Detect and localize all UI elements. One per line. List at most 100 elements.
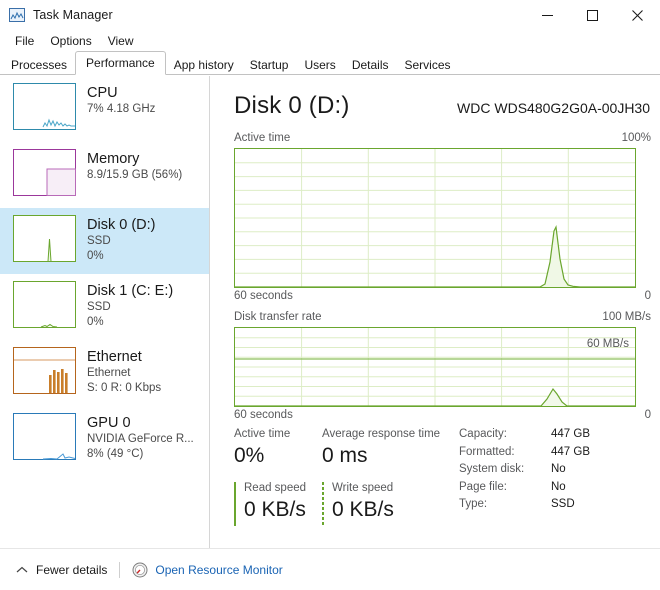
device-model: WDC WDS480G2G0A-00JH30 [457, 100, 650, 116]
close-button[interactable] [615, 0, 660, 30]
sidebar-item-label: Disk 0 (D:) [87, 217, 156, 233]
info-key: Page file: [459, 480, 507, 493]
sidebar-item-sub1: NVIDIA GeForce R... [87, 433, 194, 445]
sidebar-item-label: CPU [87, 85, 118, 101]
sidebar-item-label: Memory [87, 151, 140, 167]
info-row-system-disk: System disk: No [459, 461, 590, 479]
menu-bar: File Options View [0, 30, 660, 52]
info-value: SSD [551, 498, 575, 510]
transfer-rate-axis-right: 0 [644, 409, 651, 421]
gpu-thumbnail-graph [13, 413, 76, 460]
info-row-type: Type: SSD [459, 496, 590, 514]
transfer-rate-axis: 60 seconds 0 [234, 409, 651, 421]
tab-app-history[interactable]: App history [166, 55, 242, 75]
menu-item-file[interactable]: File [8, 32, 41, 50]
sidebar-item-cpu[interactable]: CPU 7% 4.18 GHz [0, 76, 209, 142]
sidebar-item-ethernet[interactable]: Ethernet Ethernet S: 0 R: 0 Kbps [0, 340, 209, 406]
chevron-up-icon [16, 563, 28, 577]
readouts-area: Active time 0% Average response time 0 m… [234, 426, 654, 536]
readout-active-time-caption: Active time [234, 428, 291, 440]
sidebar-item-sub2: S: 0 R: 0 Kbps [87, 382, 162, 394]
transfer-rate-caption: Disk transfer rate [234, 311, 322, 323]
title-bar: Task Manager [0, 0, 660, 30]
sidebar-item-sub1: 7% 4.18 GHz [87, 103, 156, 115]
performance-detail-panel: Disk 0 (D:) WDC WDS480G2G0A-00JH30 Activ… [211, 76, 660, 548]
info-key: Capacity: [459, 428, 507, 440]
sidebar-item-sub1: SSD [87, 235, 111, 247]
readout-write-speed-value: 0 KB/s [332, 498, 394, 521]
memory-thumbnail-graph [13, 149, 76, 196]
menu-item-view[interactable]: View [101, 32, 141, 50]
sidebar-item-gpu0-text: GPU 0 NVIDIA GeForce R... 8% (49 °C) [87, 413, 194, 462]
sidebar-item-disk1[interactable]: Disk 1 (C: E:) SSD 0% [0, 274, 209, 340]
tab-services[interactable]: Services [397, 55, 459, 75]
readout-avg-response-time: Average response time 0 ms [322, 426, 440, 470]
open-resource-monitor-link[interactable]: Open Resource Monitor [132, 562, 283, 578]
info-key: Type: [459, 498, 488, 510]
transfer-rate-axis-left: 60 seconds [234, 409, 293, 421]
info-key: System disk: [459, 463, 525, 475]
active-time-axis-left: 60 seconds [234, 290, 293, 302]
sidebar-item-gpu0[interactable]: GPU 0 NVIDIA GeForce R... 8% (49 °C) [0, 406, 209, 472]
active-time-graph-labels: Active time 100% [234, 132, 651, 144]
readout-active-time: Active time 0% [234, 426, 290, 470]
readout-active-time-value: 0% [234, 444, 265, 467]
sidebar-item-disk0-text: Disk 0 (D:) SSD 0% [87, 215, 155, 264]
fewer-details-label: Fewer details [36, 562, 108, 577]
readout-avg-response-time-value: 0 ms [322, 444, 368, 467]
task-manager-window: Task Manager File Options View Processes… [0, 0, 660, 590]
disk-info-table: Capacity: 447 GB Formatted: 447 GB Syste… [459, 426, 590, 514]
disk1-thumbnail-graph [13, 281, 76, 328]
read-speed-accent-bar [234, 482, 236, 526]
readout-write-speed: Write speed 0 KB/s [322, 480, 394, 526]
active-time-caption: Active time [234, 132, 291, 144]
sidebar-item-memory[interactable]: Memory 8.9/15.9 GB (56%) [0, 142, 209, 208]
fewer-details-button[interactable]: Fewer details [16, 563, 107, 577]
page-title: Disk 0 (D:) [234, 92, 350, 119]
readout-read-speed-value: 0 KB/s [244, 498, 306, 521]
info-key: Formatted: [459, 445, 515, 458]
sidebar-item-disk0[interactable]: Disk 0 (D:) SSD 0% [0, 208, 209, 274]
task-manager-icon [9, 8, 25, 22]
info-row-formatted: Formatted: 447 GB [459, 444, 590, 462]
active-time-max: 100% [621, 132, 651, 144]
info-value: No [551, 480, 566, 493]
disk0-thumbnail-graph [13, 215, 76, 262]
tab-details[interactable]: Details [344, 55, 397, 75]
info-value: 447 GB [551, 445, 590, 458]
readout-read-speed-caption: Read speed [244, 482, 307, 494]
readout-avg-response-time-caption: Average response time [322, 428, 441, 440]
sidebar-item-cpu-text: CPU 7% 4.18 GHz [87, 83, 155, 117]
info-value: No [551, 463, 566, 475]
transfer-rate-scale-label: 60 MB/s [586, 338, 629, 350]
sidebar-item-sub1: 8.9/15.9 GB (56%) [87, 169, 183, 181]
sidebar-item-sub1: Ethernet [87, 367, 131, 379]
write-speed-accent-bar [322, 482, 324, 526]
active-time-axis: 60 seconds 0 [234, 290, 651, 302]
transfer-rate-graph-labels: Disk transfer rate 100 MB/s [234, 311, 651, 323]
tab-processes[interactable]: Processes [3, 55, 75, 75]
sidebar-item-ethernet-text: Ethernet Ethernet S: 0 R: 0 Kbps [87, 347, 161, 396]
readout-write-speed-caption: Write speed [332, 482, 394, 494]
menu-item-options[interactable]: Options [43, 32, 98, 50]
info-value: 447 GB [551, 428, 590, 440]
maximize-button[interactable] [570, 0, 615, 30]
resource-monitor-icon [132, 562, 148, 578]
tab-strip: Processes Performance App history Startu… [0, 51, 660, 75]
window-controls [525, 0, 660, 30]
sidebar-item-sub2: 8% (49 °C) [87, 448, 144, 460]
sidebar-item-sub2: 0% [87, 250, 104, 262]
sidebar-item-sub1: SSD [87, 301, 111, 313]
resource-sidebar: CPU 7% 4.18 GHz Memory 8.9/15.9 GB (56%) [0, 76, 210, 548]
status-bar: Fewer details Open Resource Monitor [0, 548, 660, 590]
sidebar-item-memory-text: Memory 8.9/15.9 GB (56%) [87, 149, 182, 183]
sidebar-item-label: Disk 1 (C: E:) [87, 283, 174, 299]
minimize-button[interactable] [525, 0, 570, 30]
tab-users[interactable]: Users [296, 55, 343, 75]
transfer-rate-max: 100 MB/s [602, 311, 651, 323]
tab-performance[interactable]: Performance [75, 51, 166, 75]
info-row-page-file: Page file: No [459, 479, 590, 497]
cpu-thumbnail-graph [13, 83, 76, 130]
sidebar-item-label: Ethernet [87, 349, 142, 365]
tab-startup[interactable]: Startup [242, 55, 297, 75]
